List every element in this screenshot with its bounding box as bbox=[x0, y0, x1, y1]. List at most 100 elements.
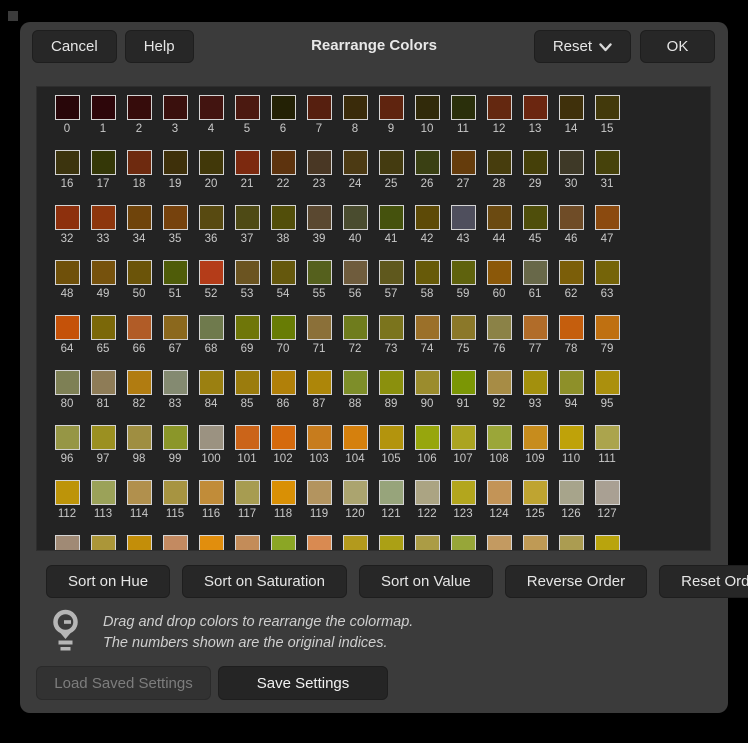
color-swatch[interactable] bbox=[451, 95, 476, 120]
color-swatch[interactable] bbox=[271, 535, 296, 551]
color-swatch[interactable] bbox=[199, 150, 224, 175]
color-swatch[interactable] bbox=[595, 315, 620, 340]
color-swatch[interactable] bbox=[235, 205, 260, 230]
color-swatch[interactable] bbox=[127, 260, 152, 285]
color-swatch[interactable] bbox=[595, 425, 620, 450]
color-swatch[interactable] bbox=[379, 535, 404, 551]
color-swatch[interactable] bbox=[343, 205, 368, 230]
color-swatch[interactable] bbox=[595, 480, 620, 505]
color-swatch[interactable] bbox=[91, 315, 116, 340]
color-swatch[interactable] bbox=[307, 480, 332, 505]
color-swatch[interactable] bbox=[559, 535, 584, 551]
color-swatch[interactable] bbox=[127, 370, 152, 395]
color-swatch[interactable] bbox=[235, 425, 260, 450]
color-swatch[interactable] bbox=[523, 260, 548, 285]
save-settings-button[interactable]: Save Settings bbox=[218, 666, 388, 700]
sort-on-saturation-button[interactable]: Sort on Saturation bbox=[182, 565, 347, 598]
color-swatch[interactable] bbox=[235, 480, 260, 505]
color-swatch[interactable] bbox=[163, 260, 188, 285]
color-swatch[interactable] bbox=[415, 535, 440, 551]
color-swatch[interactable] bbox=[415, 480, 440, 505]
color-swatch[interactable] bbox=[379, 370, 404, 395]
color-swatch[interactable] bbox=[127, 535, 152, 551]
color-swatch[interactable] bbox=[271, 150, 296, 175]
color-swatch[interactable] bbox=[91, 425, 116, 450]
color-swatch[interactable] bbox=[127, 95, 152, 120]
color-swatch[interactable] bbox=[523, 370, 548, 395]
color-swatch[interactable] bbox=[595, 535, 620, 551]
color-swatch[interactable] bbox=[595, 260, 620, 285]
reset-order-button[interactable]: Reset Order bbox=[659, 565, 748, 598]
color-swatch[interactable] bbox=[343, 480, 368, 505]
color-swatch[interactable] bbox=[487, 315, 512, 340]
color-swatch[interactable] bbox=[415, 95, 440, 120]
color-swatch[interactable] bbox=[559, 315, 584, 340]
color-swatch[interactable] bbox=[343, 315, 368, 340]
color-swatch[interactable] bbox=[199, 315, 224, 340]
color-swatch[interactable] bbox=[55, 150, 80, 175]
color-swatch[interactable] bbox=[91, 205, 116, 230]
color-swatch[interactable] bbox=[127, 150, 152, 175]
color-swatch[interactable] bbox=[199, 425, 224, 450]
color-swatch[interactable] bbox=[523, 425, 548, 450]
sort-on-hue-button[interactable]: Sort on Hue bbox=[46, 565, 170, 598]
color-swatch[interactable] bbox=[451, 425, 476, 450]
color-swatch[interactable] bbox=[343, 95, 368, 120]
color-swatch[interactable] bbox=[235, 535, 260, 551]
color-swatch[interactable] bbox=[559, 205, 584, 230]
color-swatch[interactable] bbox=[55, 315, 80, 340]
color-swatch[interactable] bbox=[451, 480, 476, 505]
color-swatch[interactable] bbox=[595, 205, 620, 230]
color-swatch[interactable] bbox=[451, 535, 476, 551]
color-swatch[interactable] bbox=[55, 95, 80, 120]
color-swatch[interactable] bbox=[163, 205, 188, 230]
color-swatch[interactable] bbox=[559, 480, 584, 505]
color-swatch[interactable] bbox=[307, 370, 332, 395]
color-swatch[interactable] bbox=[523, 150, 548, 175]
color-swatch[interactable] bbox=[379, 425, 404, 450]
color-swatch[interactable] bbox=[199, 260, 224, 285]
color-swatch[interactable] bbox=[127, 480, 152, 505]
color-swatch[interactable] bbox=[55, 480, 80, 505]
load-saved-settings-button[interactable]: Load Saved Settings bbox=[36, 666, 211, 700]
color-swatch[interactable] bbox=[415, 370, 440, 395]
color-swatch[interactable] bbox=[415, 260, 440, 285]
reverse-order-button[interactable]: Reverse Order bbox=[505, 565, 647, 598]
color-swatch[interactable] bbox=[271, 95, 296, 120]
color-swatch[interactable] bbox=[523, 480, 548, 505]
color-swatch[interactable] bbox=[163, 480, 188, 505]
color-swatch[interactable] bbox=[487, 480, 512, 505]
color-swatch[interactable] bbox=[163, 150, 188, 175]
color-swatch[interactable] bbox=[415, 205, 440, 230]
color-swatch[interactable] bbox=[271, 480, 296, 505]
color-swatch[interactable] bbox=[379, 205, 404, 230]
color-swatch[interactable] bbox=[559, 425, 584, 450]
ok-button[interactable]: OK bbox=[640, 30, 715, 63]
color-swatch[interactable] bbox=[487, 260, 512, 285]
color-swatch[interactable] bbox=[343, 150, 368, 175]
color-swatch[interactable] bbox=[235, 315, 260, 340]
color-swatch[interactable] bbox=[91, 535, 116, 551]
color-swatch[interactable] bbox=[595, 370, 620, 395]
color-swatch[interactable] bbox=[523, 205, 548, 230]
color-swatch[interactable] bbox=[379, 260, 404, 285]
color-swatch[interactable] bbox=[55, 205, 80, 230]
color-swatch[interactable] bbox=[271, 260, 296, 285]
color-swatch[interactable] bbox=[307, 260, 332, 285]
color-swatch[interactable] bbox=[163, 95, 188, 120]
color-swatch[interactable] bbox=[487, 535, 512, 551]
color-swatch[interactable] bbox=[271, 315, 296, 340]
color-swatch[interactable] bbox=[379, 95, 404, 120]
color-swatch[interactable] bbox=[91, 370, 116, 395]
color-swatch[interactable] bbox=[559, 260, 584, 285]
color-swatch[interactable] bbox=[487, 370, 512, 395]
color-swatch[interactable] bbox=[235, 260, 260, 285]
color-swatch[interactable] bbox=[307, 315, 332, 340]
color-swatch[interactable] bbox=[343, 370, 368, 395]
color-swatch[interactable] bbox=[163, 315, 188, 340]
color-swatch[interactable] bbox=[559, 150, 584, 175]
color-swatch[interactable] bbox=[379, 480, 404, 505]
color-swatch[interactable] bbox=[487, 205, 512, 230]
color-swatch[interactable] bbox=[163, 425, 188, 450]
color-swatch[interactable] bbox=[487, 425, 512, 450]
